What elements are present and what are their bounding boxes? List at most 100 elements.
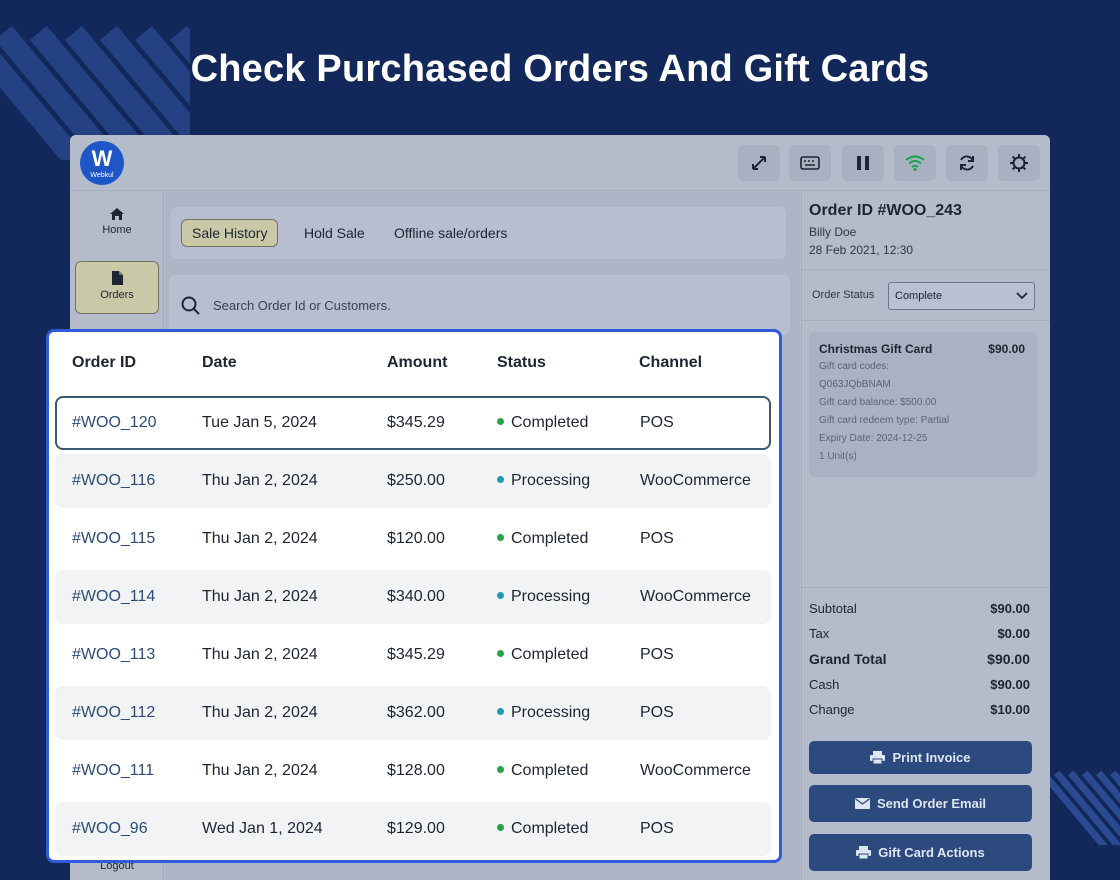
total-value: $90.00 xyxy=(990,601,1030,616)
table-row[interactable]: #WOO_116 Thu Jan 2, 2024 $250.00 Processing… xyxy=(55,454,771,508)
order-id-link[interactable]: #WOO_115 xyxy=(72,530,155,548)
table-row[interactable]: #WOO_120 Tue Jan 5, 2024 $345.29 Completed P… xyxy=(55,396,771,450)
total-row-grand-total: Grand Total $90.00 xyxy=(809,651,1030,667)
column-header-date: Date xyxy=(202,354,237,371)
item-detail-line: Gift card redeem type: Partial xyxy=(819,415,950,426)
tab-offline-sale-orders[interactable]: Offline sale/orders xyxy=(384,219,517,247)
search-icon xyxy=(181,296,200,315)
order-amount: $345.29 xyxy=(387,646,445,663)
sidebar-item-label: Orders xyxy=(100,289,134,301)
send-order-email-button[interactable]: Send Order Email xyxy=(809,785,1032,822)
total-row-tax: Tax $0.00 xyxy=(809,626,1030,641)
order-id-link[interactable]: #WOO_96 xyxy=(72,820,148,838)
column-header-channel: Channel xyxy=(639,354,703,371)
button-label: Print Invoice xyxy=(892,750,971,765)
order-date: Wed Jan 1, 2024 xyxy=(202,820,323,837)
keyboard-button[interactable] xyxy=(789,145,831,181)
order-amount: $250.00 xyxy=(387,472,445,489)
order-id-link[interactable]: #WOO_120 xyxy=(72,414,156,432)
status-dot xyxy=(497,650,504,658)
order-channel: POS xyxy=(640,530,674,547)
table-row[interactable]: #WOO_112 Thu Jan 2, 2024 $362.00 Processing… xyxy=(55,686,771,740)
order-amount: $362.00 xyxy=(387,704,445,721)
order-totals: Subtotal $90.00 Tax $0.00 Grand Total $9… xyxy=(802,587,1050,880)
order-amount: $340.00 xyxy=(387,588,445,605)
table-row[interactable]: #WOO_115 Thu Jan 2, 2024 $120.00 Completed P… xyxy=(55,512,771,566)
sidebar-item-label: Home xyxy=(102,224,132,236)
total-row-cash: Cash $90.00 xyxy=(809,677,1030,692)
orders-table: Order ID Date Amount Status Channel #WOO… xyxy=(46,329,782,863)
logo-caption: Webkul xyxy=(90,172,114,179)
order-channel: POS xyxy=(640,414,674,431)
sidebar-item-home[interactable]: Home xyxy=(75,202,159,254)
fullscreen-button[interactable] xyxy=(738,145,780,181)
refresh-button[interactable] xyxy=(946,145,988,181)
status-dot xyxy=(497,476,504,484)
sidebar-item-orders[interactable]: Orders xyxy=(75,261,159,314)
order-status-select[interactable]: Complete xyxy=(888,282,1035,310)
order-amount: $345.29 xyxy=(387,414,445,431)
app-top-bar: W Webkul xyxy=(70,135,1050,191)
wifi-icon xyxy=(905,155,925,171)
order-date: Thu Jan 2, 2024 xyxy=(202,762,318,779)
status-text: Completed xyxy=(511,646,589,663)
item-detail-line: Gift card codes: xyxy=(819,361,890,372)
order-status-label: Order Status xyxy=(812,289,875,301)
total-value: $10.00 xyxy=(990,702,1030,717)
expand-icon xyxy=(752,156,766,170)
table-row[interactable]: #WOO_113 Thu Jan 2, 2024 $345.29 Completed P… xyxy=(55,628,771,682)
order-id-link[interactable]: #WOO_111 xyxy=(72,762,154,780)
total-value: $0.00 xyxy=(997,626,1030,641)
status-dot xyxy=(497,592,504,600)
tab-hold-sale[interactable]: Hold Sale xyxy=(294,219,375,247)
keyboard-icon xyxy=(800,156,820,170)
gift-card-actions-button[interactable]: Gift Card Actions xyxy=(809,834,1032,871)
pause-button[interactable] xyxy=(842,145,884,181)
table-row[interactable]: #WOO_111 Thu Jan 2, 2024 $128.00 Completed W… xyxy=(55,744,771,798)
envelope-icon xyxy=(854,798,870,809)
total-label: Tax xyxy=(809,626,830,641)
gift-card-item[interactable]: Christmas Gift Card $90.00 Gift card cod… xyxy=(809,332,1037,477)
printer-icon xyxy=(870,751,886,764)
settings-button[interactable] xyxy=(998,145,1040,181)
total-row-change: Change $10.00 xyxy=(809,702,1030,717)
order-status: Completed xyxy=(497,414,588,432)
search-input[interactable]: Search Order Id or Customers. xyxy=(213,298,391,313)
order-channel: WooCommerce xyxy=(640,762,751,779)
order-id-link[interactable]: #WOO_112 xyxy=(72,704,155,722)
status-text: Completed xyxy=(511,414,589,431)
order-id-link[interactable]: #WOO_116 xyxy=(72,472,155,490)
order-id-link[interactable]: #WOO_114 xyxy=(72,588,155,606)
order-date: Thu Jan 2, 2024 xyxy=(202,472,318,489)
status-text: Completed xyxy=(511,762,589,779)
order-status: Completed xyxy=(497,646,588,664)
table-row[interactable]: #WOO_114 Thu Jan 2, 2024 $340.00 Processing… xyxy=(55,570,771,624)
status-dot xyxy=(497,766,504,774)
order-status: Completed xyxy=(497,820,588,838)
total-row-subtotal: Subtotal $90.00 xyxy=(809,601,1030,616)
decor-stripes-bottom-right xyxy=(1040,755,1120,845)
column-header-status: Status xyxy=(497,354,546,371)
column-header-order-id: Order ID xyxy=(72,354,137,371)
table-row[interactable]: #WOO_96 Wed Jan 1, 2024 $129.00 Completed PO… xyxy=(55,802,771,856)
order-id-link[interactable]: #WOO_113 xyxy=(72,646,155,664)
wifi-status-button[interactable] xyxy=(894,145,936,181)
total-value: $90.00 xyxy=(987,651,1030,667)
tab-bar: Sale History Hold Sale Offline sale/orde… xyxy=(171,207,786,259)
order-date: Thu Jan 2, 2024 xyxy=(202,646,318,663)
order-channel: POS xyxy=(640,646,674,663)
gear-icon xyxy=(1010,154,1028,172)
status-text: Processing xyxy=(511,704,591,721)
logo-letter: W xyxy=(91,146,113,171)
home-icon xyxy=(110,208,124,220)
total-label: Change xyxy=(809,702,855,717)
search-bar[interactable]: Search Order Id or Customers. xyxy=(169,275,790,335)
print-invoice-button[interactable]: Print Invoice xyxy=(809,741,1032,774)
printer-icon xyxy=(856,846,872,859)
item-detail-line: 1 Unit(s) xyxy=(819,451,857,462)
order-amount: $120.00 xyxy=(387,530,445,547)
order-datetime: 28 Feb 2021, 12:30 xyxy=(809,243,914,257)
pause-icon xyxy=(857,156,869,170)
webkul-logo: W Webkul xyxy=(80,141,124,185)
tab-sale-history[interactable]: Sale History xyxy=(181,219,279,247)
